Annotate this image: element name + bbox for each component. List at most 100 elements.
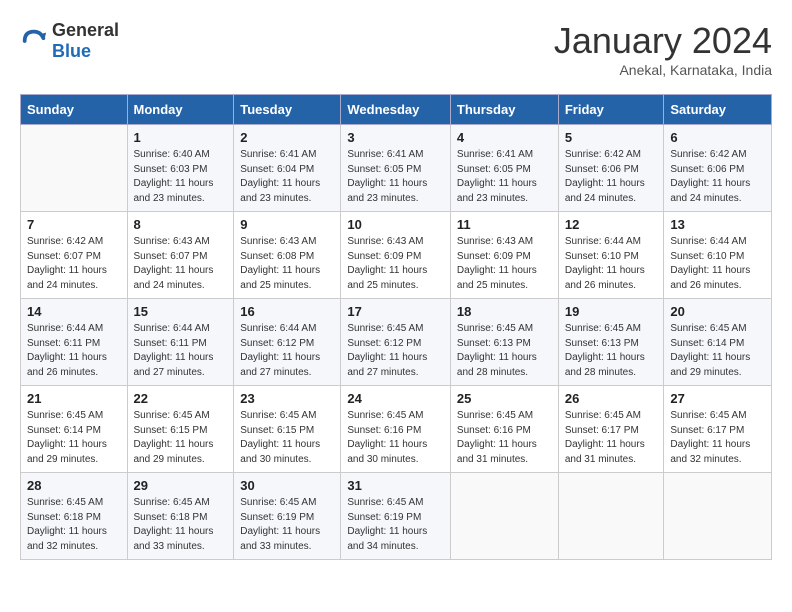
day-number: 23 (240, 391, 334, 406)
day-number: 17 (347, 304, 444, 319)
day-number: 15 (134, 304, 228, 319)
day-number: 10 (347, 217, 444, 232)
day-number: 6 (670, 130, 765, 145)
calendar-cell: 31 Sunrise: 6:45 AMSunset: 6:19 PMDayligh… (341, 473, 451, 560)
calendar-table: SundayMondayTuesdayWednesdayThursdayFrid… (20, 94, 772, 560)
day-number: 31 (347, 478, 444, 493)
day-number: 5 (565, 130, 658, 145)
calendar-cell: 26 Sunrise: 6:45 AMSunset: 6:17 PMDayligh… (558, 386, 664, 473)
day-info: Sunrise: 6:45 AMSunset: 6:14 PMDaylight:… (670, 322, 765, 380)
day-info: Sunrise: 6:41 AMSunset: 6:04 PMDaylight:… (240, 148, 334, 206)
calendar-cell: 30 Sunrise: 6:45 AMSunset: 6:19 PMDayligh… (234, 473, 341, 560)
calendar-cell: 28Sunrise: 6:45 AMSunset: 6:18 PMDayligh… (21, 473, 128, 560)
calendar-cell: 25 Sunrise: 6:45 AMSunset: 6:16 PMDayligh… (450, 386, 558, 473)
calendar-cell: 16 Sunrise: 6:44 AMSunset: 6:12 PMDayligh… (234, 299, 341, 386)
day-number: 4 (457, 130, 552, 145)
day-number: 29 (134, 478, 228, 493)
week-row-0: 1 Sunrise: 6:40 AMSunset: 6:03 PMDaylight… (21, 125, 772, 212)
calendar-cell: 12 Sunrise: 6:44 AMSunset: 6:10 PMDayligh… (558, 212, 664, 299)
calendar-cell: 11 Sunrise: 6:43 AMSunset: 6:09 PMDayligh… (450, 212, 558, 299)
day-number: 1 (134, 130, 228, 145)
day-info: Sunrise: 6:45 AMSunset: 6:15 PMDaylight:… (134, 409, 228, 467)
day-number: 12 (565, 217, 658, 232)
day-number: 21 (27, 391, 121, 406)
day-number: 8 (134, 217, 228, 232)
week-row-3: 21 Sunrise: 6:45 AMSunset: 6:14 PMDayligh… (21, 386, 772, 473)
logo-general: General (52, 20, 119, 40)
calendar-cell: 5Sunrise: 6:42 AMSunset: 6:06 PMDaylight… (558, 125, 664, 212)
calendar-cell: 7Sunrise: 6:42 AMSunset: 6:07 PMDaylight… (21, 212, 128, 299)
day-number: 26 (565, 391, 658, 406)
calendar-header: SundayMondayTuesdayWednesdayThursdayFrid… (21, 95, 772, 125)
day-info: Sunrise: 6:43 AMSunset: 6:09 PMDaylight:… (347, 235, 444, 293)
day-info: Sunrise: 6:44 AMSunset: 6:12 PMDaylight:… (240, 322, 334, 380)
week-row-1: 7Sunrise: 6:42 AMSunset: 6:07 PMDaylight… (21, 212, 772, 299)
day-info: Sunrise: 6:43 AMSunset: 6:07 PMDaylight:… (134, 235, 228, 293)
calendar-cell: 20 Sunrise: 6:45 AMSunset: 6:14 PMDayligh… (664, 299, 772, 386)
day-number: 2 (240, 130, 334, 145)
calendar-cell: 3 Sunrise: 6:41 AMSunset: 6:05 PMDaylight… (341, 125, 451, 212)
month-title: January 2024 (554, 20, 772, 62)
day-number: 27 (670, 391, 765, 406)
day-info: Sunrise: 6:45 AMSunset: 6:17 PMDaylight:… (670, 409, 765, 467)
calendar-cell: 18 Sunrise: 6:45 AMSunset: 6:13 PMDayligh… (450, 299, 558, 386)
day-info: Sunrise: 6:45 AMSunset: 6:19 PMDaylight:… (240, 496, 334, 554)
day-info: Sunrise: 6:41 AMSunset: 6:05 PMDaylight:… (347, 148, 444, 206)
day-info: Sunrise: 6:43 AMSunset: 6:08 PMDaylight:… (240, 235, 334, 293)
calendar-cell: 2 Sunrise: 6:41 AMSunset: 6:04 PMDaylight… (234, 125, 341, 212)
day-number: 14 (27, 304, 121, 319)
header-thursday: Thursday (450, 95, 558, 125)
day-info: Sunrise: 6:43 AMSunset: 6:09 PMDaylight:… (457, 235, 552, 293)
day-info: Sunrise: 6:45 AMSunset: 6:16 PMDaylight:… (347, 409, 444, 467)
header-tuesday: Tuesday (234, 95, 341, 125)
day-info: Sunrise: 6:44 AMSunset: 6:10 PMDaylight:… (565, 235, 658, 293)
calendar-body: 1 Sunrise: 6:40 AMSunset: 6:03 PMDaylight… (21, 125, 772, 560)
day-info: Sunrise: 6:45 AMSunset: 6:19 PMDaylight:… (347, 496, 444, 554)
calendar-cell: 8 Sunrise: 6:43 AMSunset: 6:07 PMDaylight… (127, 212, 234, 299)
logo: General Blue (20, 20, 119, 62)
day-info: Sunrise: 6:45 AMSunset: 6:15 PMDaylight:… (240, 409, 334, 467)
day-number: 18 (457, 304, 552, 319)
day-number: 3 (347, 130, 444, 145)
calendar-cell (21, 125, 128, 212)
day-number: 20 (670, 304, 765, 319)
calendar-cell: 29 Sunrise: 6:45 AMSunset: 6:18 PMDayligh… (127, 473, 234, 560)
header-wednesday: Wednesday (341, 95, 451, 125)
day-number: 30 (240, 478, 334, 493)
day-number: 28 (27, 478, 121, 493)
location-subtitle: Anekal, Karnataka, India (554, 62, 772, 78)
logo-blue: Blue (52, 41, 91, 61)
day-info: Sunrise: 6:44 AMSunset: 6:11 PMDaylight:… (134, 322, 228, 380)
calendar-cell: 1 Sunrise: 6:40 AMSunset: 6:03 PMDaylight… (127, 125, 234, 212)
day-number: 25 (457, 391, 552, 406)
day-number: 16 (240, 304, 334, 319)
calendar-cell (450, 473, 558, 560)
calendar-cell: 17 Sunrise: 6:45 AMSunset: 6:12 PMDayligh… (341, 299, 451, 386)
calendar-cell: 15 Sunrise: 6:44 AMSunset: 6:11 PMDayligh… (127, 299, 234, 386)
calendar-cell: 19 Sunrise: 6:45 AMSunset: 6:13 PMDayligh… (558, 299, 664, 386)
calendar-cell (664, 473, 772, 560)
day-number: 11 (457, 217, 552, 232)
day-number: 19 (565, 304, 658, 319)
day-info: Sunrise: 6:44 AMSunset: 6:11 PMDaylight:… (27, 322, 121, 380)
week-row-4: 28 Sunrise: 6:45 AMSunset: 6:18 PMDayligh… (21, 473, 772, 560)
day-info: Sunrise: 6:45 AMSunset: 6:13 PMDaylight:… (565, 322, 658, 380)
day-info: Sunrise: 6:44 AMSunset: 6:10 PMDaylight:… (670, 235, 765, 293)
calendar-cell: 13Sunrise: 6:44 AMSunset: 6:10 PMDayligh… (664, 212, 772, 299)
calendar-cell: 27 Sunrise: 6:45 AMSunset: 6:17 PMDayligh… (664, 386, 772, 473)
header-friday: Friday (558, 95, 664, 125)
day-number: 24 (347, 391, 444, 406)
header-sunday: Sunday (21, 95, 128, 125)
page-header: General Blue January 2024 Anekal, Karnat… (20, 20, 772, 78)
day-info: Sunrise: 6:45 AMSunset: 6:17 PMDaylight:… (565, 409, 658, 467)
calendar-cell: 22Sunrise: 6:45 AMSunset: 6:15 PMDayligh… (127, 386, 234, 473)
day-info: Sunrise: 6:45 AMSunset: 6:12 PMDaylight:… (347, 322, 444, 380)
day-info: Sunrise: 6:40 AMSunset: 6:03 PMDaylight:… (134, 148, 228, 206)
calendar-cell: 10 Sunrise: 6:43 AMSunset: 6:09 PMDayligh… (341, 212, 451, 299)
calendar-cell: 23 Sunrise: 6:45 AMSunset: 6:15 PMDayligh… (234, 386, 341, 473)
header-monday: Monday (127, 95, 234, 125)
day-info: Sunrise: 6:45 AMSunset: 6:13 PMDaylight:… (457, 322, 552, 380)
day-info: Sunrise: 6:45 AMSunset: 6:18 PMDaylight:… (134, 496, 228, 554)
day-info: Sunrise: 6:45 AMSunset: 6:16 PMDaylight:… (457, 409, 552, 467)
day-info: Sunrise: 6:45 AMSunset: 6:14 PMDaylight:… (27, 409, 121, 467)
